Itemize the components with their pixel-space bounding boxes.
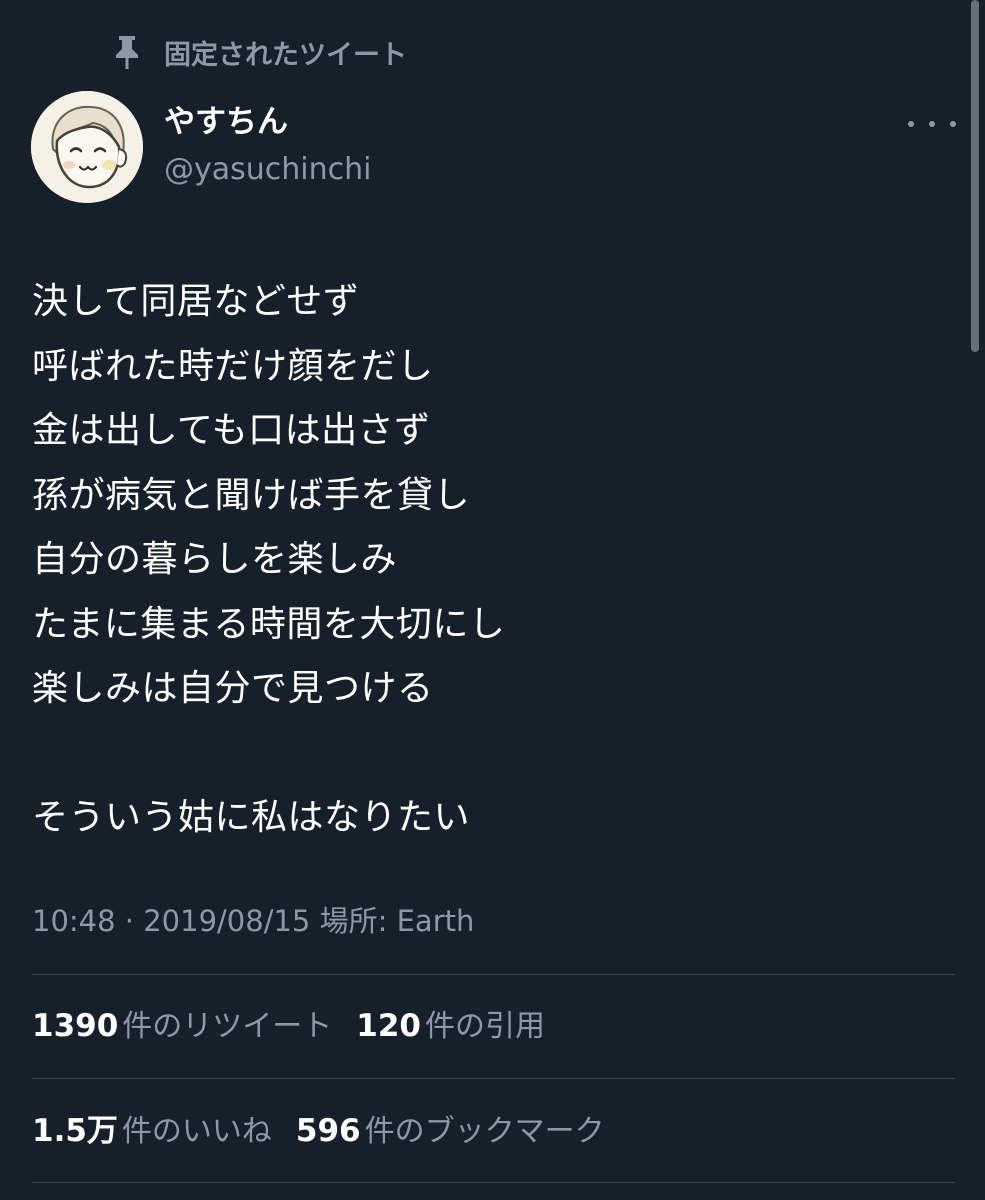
- avatar-illustration: [31, 91, 143, 203]
- retweet-label: 件のリツイート: [122, 1009, 333, 1044]
- tweet-meta: 10:48 · 2019/08/15 場所: Earth: [32, 899, 474, 943]
- quote-count: 120: [356, 1008, 421, 1044]
- divider: [32, 974, 955, 975]
- bookmark-label: 件のブックマーク: [364, 1114, 605, 1149]
- tweet-line: 決して同居などせず: [32, 281, 360, 322]
- likes-stat[interactable]: 1.5万 件のいいね: [32, 1109, 296, 1158]
- avatar[interactable]: [31, 91, 143, 203]
- tweet-line: 呼ばれた時だけ顔をだし: [32, 345, 434, 387]
- tweet-line: 自分の暮らしを楽しみ: [32, 539, 398, 580]
- like-count: 1.5万: [32, 1113, 118, 1149]
- tweet-location[interactable]: Earth: [397, 904, 475, 938]
- retweet-count: 1390: [32, 1008, 119, 1044]
- pinned-tweet-header: 固定されたツイート: [112, 30, 407, 74]
- tweet-date[interactable]: 2019/08/15: [143, 904, 310, 938]
- pinned-label: 固定されたツイート: [164, 39, 407, 71]
- divider: [32, 1182, 955, 1183]
- stats-row-retweets: 1390 件のリツイート 120 件の引用: [32, 1004, 569, 1053]
- author-display-name[interactable]: やすちん: [164, 102, 288, 142]
- quotes-stat[interactable]: 120 件の引用: [356, 1004, 569, 1053]
- bookmarks-stat[interactable]: 596 件のブックマーク: [296, 1109, 629, 1158]
- scrollbar-thumb[interactable]: [971, 0, 979, 352]
- tweet-line: 楽しみは自分で見つける: [32, 668, 434, 709]
- pin-icon: [112, 33, 142, 71]
- divider: [32, 1078, 955, 1079]
- more-dot: [929, 121, 935, 127]
- more-options-icon[interactable]: [908, 108, 956, 140]
- stats-row-likes: 1.5万 件のいいね 596 件のブックマーク: [32, 1109, 629, 1158]
- meta-separator: ·: [124, 904, 135, 938]
- tweet-closing-line: そういう姑に私はなりたい: [32, 797, 471, 838]
- quote-label: 件の引用: [425, 1009, 545, 1044]
- tweet-line: 孫が病気と聞けば手を貸し: [32, 474, 471, 516]
- author-handle[interactable]: @yasuchinchi: [164, 150, 371, 190]
- more-dot: [908, 121, 914, 127]
- tweet-line: たまに集まる時間を大切にし: [32, 603, 506, 645]
- tweet-text: 決して同居などせず 呼ばれた時だけ顔をだし 金は出しても口は出さず 孫が病気と聞…: [32, 270, 505, 851]
- location-label: 場所:: [319, 904, 388, 938]
- bookmark-count: 596: [295, 1113, 361, 1149]
- tweet-time[interactable]: 10:48: [32, 904, 116, 938]
- more-dot: [950, 121, 956, 127]
- retweets-stat[interactable]: 1390 件のリツイート: [32, 1004, 356, 1053]
- like-label: 件のいいね: [121, 1114, 272, 1149]
- tweet-line: 金は出しても口は出さず: [32, 410, 431, 451]
